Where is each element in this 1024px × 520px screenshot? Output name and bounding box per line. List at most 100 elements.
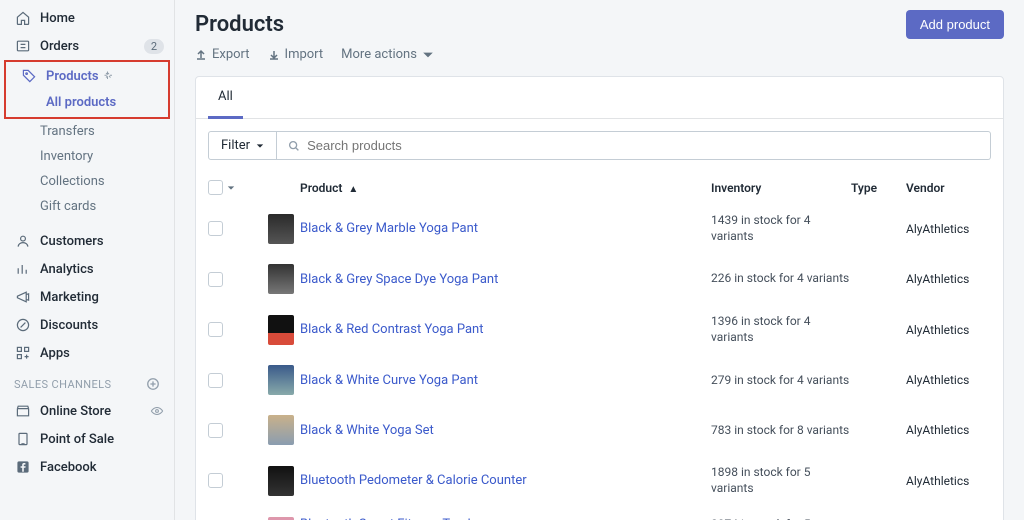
vendor-cell: AlyAthletics	[906, 373, 991, 387]
nav-analytics[interactable]: Analytics	[0, 255, 174, 283]
nav-facebook[interactable]: Facebook	[0, 453, 174, 481]
row-checkbox[interactable]	[208, 473, 223, 488]
header-product[interactable]: Product ▲	[296, 181, 711, 195]
nav-home[interactable]: Home	[0, 4, 174, 32]
tab-all[interactable]: All	[208, 77, 243, 119]
export-icon	[195, 49, 207, 61]
nav-online-store[interactable]: Online Store	[0, 397, 174, 425]
vendor-cell: AlyAthletics	[906, 474, 991, 488]
nav-all-products[interactable]: All products	[6, 90, 168, 115]
inventory-cell: 783 in stock for 8 variants	[711, 423, 851, 439]
inventory-cell: 279 in stock for 4 variants	[711, 373, 851, 389]
select-all-checkbox[interactable]	[208, 180, 223, 195]
table-row[interactable]: Black & White Yoga Set 783 in stock for …	[196, 405, 1003, 455]
row-checkbox[interactable]	[208, 423, 223, 438]
apps-icon	[14, 344, 32, 362]
product-link[interactable]: Black & Grey Space Dye Yoga Pant	[300, 272, 711, 287]
nav-gift-cards[interactable]: Gift cards	[0, 194, 174, 219]
customers-icon	[14, 232, 32, 250]
cursor-icon	[103, 70, 115, 82]
product-thumbnail	[268, 415, 294, 445]
export-label: Export	[212, 47, 250, 62]
nav-apps[interactable]: Apps	[0, 339, 174, 367]
inventory-cell: 1396 in stock for 4 variants	[711, 314, 851, 345]
inventory-cell: 1898 in stock for 5 variants	[711, 465, 851, 496]
inventory-cell: 226 in stock for 4 variants	[711, 271, 851, 287]
product-link[interactable]: Black & Red Contrast Yoga Pant	[300, 322, 711, 337]
search-icon	[287, 139, 301, 153]
product-link[interactable]: Black & Grey Marble Yoga Pant	[300, 221, 711, 236]
vendor-cell: AlyAthletics	[906, 323, 991, 337]
import-action[interactable]: Import	[268, 47, 324, 62]
table-header: Product ▲ Inventory Type Vendor	[196, 172, 1003, 203]
nav-marketing-label: Marketing	[40, 290, 99, 305]
export-action[interactable]: Export	[195, 47, 250, 62]
table-row[interactable]: Black & Red Contrast Yoga Pant 1396 in s…	[196, 304, 1003, 355]
vendor-cell: AlyAthletics	[906, 272, 991, 286]
product-link[interactable]: Black & White Yoga Set	[300, 423, 711, 438]
search-input[interactable]	[301, 132, 980, 159]
marketing-icon	[14, 288, 32, 306]
sort-asc-icon: ▲	[348, 184, 358, 195]
product-rows: Black & Grey Marble Yoga Pant 1439 in st…	[196, 203, 1003, 520]
nav-pos-label: Point of Sale	[40, 432, 114, 447]
filter-label: Filter	[221, 138, 250, 153]
product-link[interactable]: Bluetooth Pedometer & Calorie Counter	[300, 473, 711, 488]
nav-online-store-label: Online Store	[40, 404, 111, 419]
header-inventory[interactable]: Inventory	[711, 181, 851, 195]
header-type[interactable]: Type	[851, 181, 906, 195]
table-row[interactable]: Bluetooth Smart Fitness Tracker Unavaila…	[196, 507, 1003, 520]
nav-section-channels-label: SALES CHANNELS	[14, 378, 111, 391]
nav-transfers[interactable]: Transfers	[0, 119, 174, 144]
table-row[interactable]: Bluetooth Pedometer & Calorie Counter 18…	[196, 455, 1003, 506]
table-row[interactable]: Black & White Curve Yoga Pant 279 in sto…	[196, 355, 1003, 405]
inventory-cell: 1439 in stock for 4 variants	[711, 213, 851, 244]
analytics-icon	[14, 260, 32, 278]
nav-discounts[interactable]: Discounts	[0, 311, 174, 339]
product-thumbnail	[268, 214, 294, 244]
product-link[interactable]: Bluetooth Smart Fitness Tracker	[300, 517, 711, 520]
table-row[interactable]: Black & Grey Space Dye Yoga Pant 226 in …	[196, 254, 1003, 304]
view-store-icon[interactable]	[150, 404, 164, 418]
more-actions[interactable]: More actions	[341, 47, 434, 62]
add-product-button[interactable]: Add product	[906, 10, 1004, 39]
nav-section-channels: SALES CHANNELS	[0, 367, 174, 397]
product-thumbnail	[268, 466, 294, 496]
sidebar: Home Orders 2 Products All products Tran…	[0, 0, 175, 520]
nav-facebook-label: Facebook	[40, 460, 97, 475]
nav-orders-label: Orders	[40, 39, 79, 54]
chevron-down-icon[interactable]	[227, 184, 235, 192]
page-title: Products	[195, 12, 284, 37]
row-checkbox[interactable]	[208, 322, 223, 337]
nav-point-of-sale[interactable]: Point of Sale	[0, 425, 174, 453]
table-row[interactable]: Black & Grey Marble Yoga Pant 1439 in st…	[196, 203, 1003, 254]
product-link[interactable]: Black & White Curve Yoga Pant	[300, 373, 711, 388]
filter-button[interactable]: Filter	[208, 131, 277, 160]
row-checkbox[interactable]	[208, 221, 223, 236]
row-checkbox[interactable]	[208, 373, 223, 388]
store-icon	[14, 402, 32, 420]
nav-inventory[interactable]: Inventory	[0, 144, 174, 169]
inventory-cell: 2374 in stock for 5 variants	[711, 517, 851, 520]
chevron-down-icon	[256, 142, 264, 150]
row-checkbox[interactable]	[208, 272, 223, 287]
header-product-label: Product	[300, 181, 342, 195]
vendor-cell: AlyAthletics	[906, 222, 991, 236]
tag-icon	[20, 67, 38, 85]
product-thumbnail	[268, 365, 294, 395]
nav-analytics-label: Analytics	[40, 262, 94, 277]
orders-icon	[14, 37, 32, 55]
import-icon	[268, 49, 280, 61]
add-channel-icon[interactable]	[146, 377, 160, 391]
discounts-icon	[14, 316, 32, 334]
chevron-down-icon	[422, 49, 434, 61]
nav-home-label: Home	[40, 11, 75, 26]
nav-products[interactable]: Products	[6, 62, 168, 90]
nav-marketing[interactable]: Marketing	[0, 283, 174, 311]
product-thumbnail	[268, 264, 294, 294]
header-vendor[interactable]: Vendor	[906, 181, 991, 195]
nav-customers-label: Customers	[40, 234, 104, 249]
nav-orders[interactable]: Orders 2	[0, 32, 174, 60]
nav-collections[interactable]: Collections	[0, 169, 174, 194]
nav-customers[interactable]: Customers	[0, 227, 174, 255]
